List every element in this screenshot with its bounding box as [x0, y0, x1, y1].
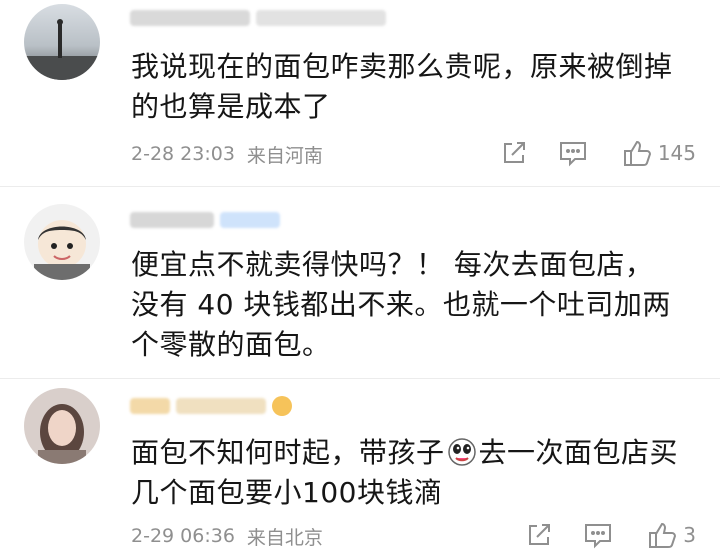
username-mosaic [130, 212, 214, 228]
username-mosaic-2 [176, 398, 266, 414]
vip-badge [220, 212, 280, 228]
avatar-image [24, 204, 100, 280]
comment-actions: 145 [500, 139, 696, 167]
username-blurred[interactable] [130, 208, 280, 232]
avatar[interactable] [24, 388, 100, 464]
avatar-image [24, 4, 100, 80]
username-mosaic [130, 398, 170, 414]
avatar[interactable] [24, 204, 100, 280]
comment-text-before: 面包不知何时起，带孩子 [131, 436, 445, 469]
comment-actions: 3 [525, 521, 696, 549]
username-blurred[interactable] [130, 394, 292, 418]
username-mosaic [130, 10, 250, 26]
avatar[interactable] [24, 4, 100, 80]
member-badge-icon [272, 396, 292, 416]
comment-time: 2-28 23:03 [131, 143, 235, 165]
share-icon[interactable] [500, 139, 528, 167]
share-icon[interactable] [525, 521, 553, 549]
thumbs-up-icon [622, 139, 652, 167]
like-button[interactable]: 3 [647, 521, 696, 549]
divider [0, 378, 720, 379]
like-count: 145 [657, 141, 696, 165]
comment-text: 便宜点不就卖得快吗？！ 每次去面包店，没有 40 块钱都出不来。也就一个吐司加两… [131, 248, 671, 361]
avatar-image [24, 388, 100, 464]
username-blurred[interactable] [130, 6, 386, 30]
divider [0, 186, 720, 187]
like-count: 3 [683, 523, 696, 547]
like-button[interactable]: 145 [622, 139, 696, 167]
comment-text: 我说现在的面包咋卖那么贵呢，原来被倒掉的也算是成本了 [131, 50, 673, 123]
comment-location: 来自北京 [246, 526, 323, 549]
face-emoji [447, 437, 477, 467]
comment-text: 面包不知何时起，带孩子 去一次面包店买几个面包要小100块钱滴 [131, 433, 680, 513]
comment-icon[interactable] [558, 139, 588, 167]
username-mosaic-2 [256, 10, 386, 26]
thumbs-up-icon [647, 521, 677, 549]
comment-time: 2-29 06:36 [131, 525, 235, 547]
comment-icon[interactable] [583, 521, 613, 549]
comment-location: 来自河南 [246, 144, 323, 167]
